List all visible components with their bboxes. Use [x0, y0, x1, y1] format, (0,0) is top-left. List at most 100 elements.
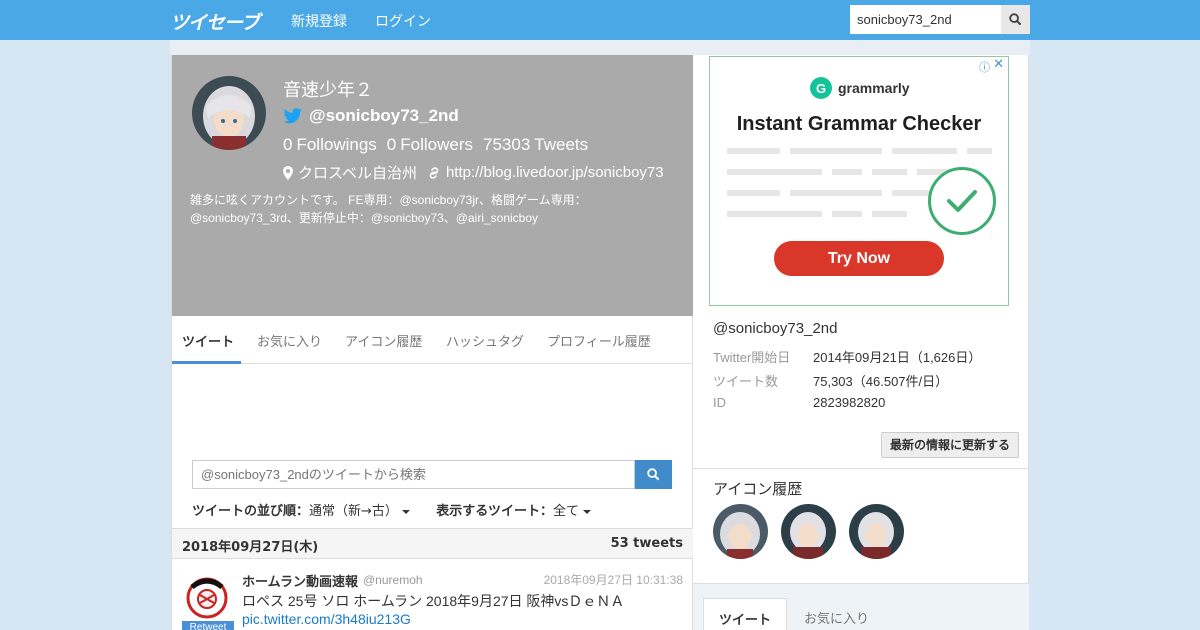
profile-name: 音速少年２: [283, 80, 373, 101]
tab-favorites[interactable]: お気に入り: [257, 331, 322, 350]
active-tab-indicator: [172, 361, 241, 364]
ad-placeholder-line: [727, 169, 822, 175]
ad-close-icon[interactable]: ✕: [993, 57, 1004, 72]
sidebar: ⓘ ✕ G grammarly Instant Grammar Checker …: [693, 55, 1029, 630]
sort-order-label: ツイートの並び順：: [192, 504, 310, 519]
twitter-bird-icon: [283, 107, 303, 123]
site-logo[interactable]: ツイセーブ: [170, 8, 260, 35]
sort-controls: ツイートの並び順：通常（新→古） 表示するツイート：全て: [192, 500, 591, 519]
profile-handle: @sonicboy73_2nd: [283, 106, 459, 126]
login-link[interactable]: ログイン: [375, 11, 431, 31]
profile-header: 音速少年２ @sonicboy73_2nd 0 Followings 0 Follow…: [172, 55, 693, 316]
ad-headline: Instant Grammar Checker: [736, 113, 982, 135]
tweet-search-input[interactable]: [192, 460, 635, 489]
tweet-search: [192, 460, 672, 489]
ad-placeholder-line: [790, 148, 882, 154]
sub-bar: [170, 40, 1030, 55]
main-column: 音速少年２ @sonicboy73_2nd 0 Followings 0 Follow…: [171, 55, 693, 630]
tweet-author-handle[interactable]: @nuremoh: [363, 573, 423, 587]
tweet-body: ロペス 25号 ソロ ホームラン 2018年9月27日 阪神vsＤｅＮＡ: [242, 593, 625, 609]
info-value: 2823982820: [813, 395, 886, 410]
ad-brand-name: grammarly: [838, 80, 910, 96]
tab-icon-history[interactable]: アイコン履歴: [345, 331, 422, 350]
tweet-media-link[interactable]: pic.twitter.com/3h48iu213G: [242, 611, 411, 627]
ad-placeholder-line: [892, 148, 957, 154]
info-label: Twitter開始日: [713, 350, 791, 365]
tweet-item: Retweet ホームラン動画速報 @nuremoh 2018年09月27日 1…: [172, 559, 693, 630]
retweet-badge: Retweet: [182, 621, 234, 630]
ad-placeholder-line: [832, 211, 862, 217]
ad-placeholder-line: [872, 211, 907, 217]
caret-down-icon: [401, 509, 410, 514]
followings-count: 0: [283, 135, 293, 154]
link-icon: [429, 166, 439, 179]
icon-history-avatar[interactable]: [713, 504, 768, 559]
ad-placeholder-line: [872, 169, 907, 175]
followings-label[interactable]: Followings: [296, 135, 376, 154]
info-label: ID: [713, 395, 726, 410]
info-row-tweet-count: ツイート数 75,303（46.507件/日）: [713, 371, 948, 390]
info-row-id: ID 2823982820: [713, 395, 885, 410]
sidebar-tab-favorites[interactable]: お気に入り: [789, 598, 884, 630]
search-icon: [1009, 13, 1022, 26]
tweet-timestamp[interactable]: 2018年09月27日 10:31:38: [544, 571, 683, 588]
profile-meta: クロスベル自治州 http://blog.livedoor.jp/sonicbo…: [283, 162, 664, 183]
top-navbar: ツイセーブ 新規登録 ログイン: [0, 0, 1200, 40]
ad-brand: G grammarly: [810, 77, 910, 99]
icon-history-avatar[interactable]: [781, 504, 836, 559]
ad-placeholder-line: [892, 190, 932, 196]
tweets-count: 75303: [483, 135, 531, 154]
ad-placeholder-line: [790, 190, 882, 196]
tweet-search-button[interactable]: [635, 460, 672, 489]
tab-tweets[interactable]: ツイート: [182, 331, 234, 350]
search-icon: [647, 468, 660, 481]
header-search-input[interactable]: [850, 5, 1001, 34]
header-search-button[interactable]: [1001, 5, 1030, 34]
sidebar-handle: @sonicboy73_2nd: [713, 320, 838, 337]
sort-order-value: 通常（新→古）: [309, 504, 398, 519]
day-header: 2018年09月27日(木) 53 tweets: [172, 528, 693, 559]
ad-cta-button[interactable]: Try Now: [774, 241, 944, 276]
grammarly-logo-icon: G: [810, 77, 832, 99]
profile-avatar: [192, 76, 266, 150]
icon-history-title: アイコン履歴: [713, 480, 803, 498]
refresh-button[interactable]: 最新の情報に更新する: [881, 432, 1019, 458]
followers-count: 0: [386, 135, 397, 154]
display-filter-value: 全て: [552, 504, 579, 519]
info-label: ツイート数: [713, 374, 779, 389]
profile-handle-text: @sonicboy73_2nd: [309, 106, 459, 125]
sidebar-tab-tweets[interactable]: ツイート: [703, 598, 788, 630]
ad-placeholder-line: [727, 190, 780, 196]
tweet-author-name[interactable]: ホームラン動画速報: [242, 571, 358, 590]
ad-placeholder-line: [967, 148, 992, 154]
sidebar-tabs-area: ツイート お気に入り: [693, 583, 1029, 630]
profile-bio: 雑多に呟くアカウントです。 FE専用：@sonicboy73jr、格闘ゲーム専用…: [190, 193, 587, 225]
profile-location: クロスベル自治州: [298, 165, 417, 182]
ad-info-icon[interactable]: ⓘ: [979, 59, 990, 75]
info-row-start-date: Twitter開始日 2014年09月21日（1,626日）: [713, 347, 981, 366]
profile-tabs: ツイート お気に入り アイコン履歴 ハッシュタグ プロフィール履歴: [172, 316, 693, 364]
tab-hashtags[interactable]: ハッシュタグ: [446, 331, 524, 350]
icon-history-avatar[interactable]: [849, 504, 904, 559]
signup-link[interactable]: 新規登録: [291, 11, 347, 31]
header-search: [850, 5, 1030, 34]
followers-label[interactable]: Followers: [400, 135, 473, 154]
profile-url[interactable]: http://blog.livedoor.jp/sonicboy73: [446, 164, 664, 181]
tweet-avatar[interactable]: [182, 571, 232, 621]
location-pin-icon: [283, 165, 293, 180]
day-tweet-count: 53 tweets: [610, 536, 683, 551]
sort-order-dropdown[interactable]: ツイートの並び順：通常（新→古）: [192, 504, 410, 519]
advertisement[interactable]: ⓘ ✕ G grammarly Instant Grammar Checker …: [709, 56, 1009, 306]
ad-placeholder-line: [727, 148, 780, 154]
tweet-text: ロペス 25号 ソロ ホームラン 2018年9月27日 阪神vsＤｅＮＡ pic…: [242, 592, 682, 628]
display-filter-label: 表示するツイート：: [436, 504, 553, 519]
caret-down-icon: [582, 509, 591, 514]
ad-placeholder-line: [727, 211, 822, 217]
profile-stats: 0 Followings 0 Followers 75303 Tweets: [283, 135, 592, 155]
display-filter-dropdown[interactable]: 表示するツイート：全て: [436, 504, 591, 519]
day-date: 2018年09月27日(木): [182, 540, 319, 555]
info-value: 75,303（46.507件/日）: [813, 374, 949, 389]
divider: [693, 468, 1029, 469]
ad-placeholder-line: [832, 169, 862, 175]
tab-profile-history[interactable]: プロフィール履歴: [547, 331, 651, 350]
